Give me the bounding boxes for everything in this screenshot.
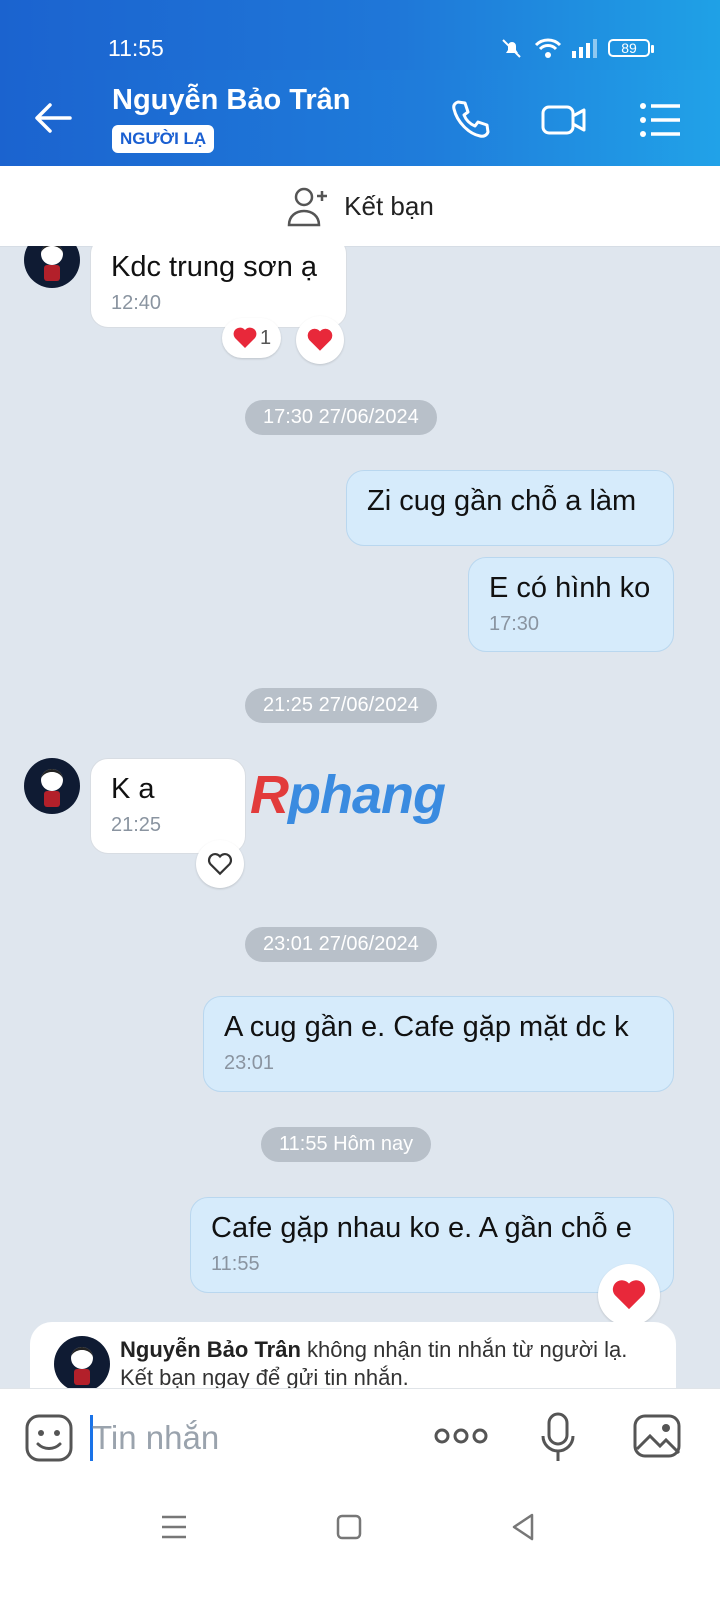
message-text: Zi cug gần chỗ a làm bbox=[367, 485, 637, 517]
message-time: 12:40 bbox=[111, 292, 162, 314]
back-arrow-icon[interactable] bbox=[30, 96, 74, 140]
status-time: 11:55 bbox=[108, 35, 164, 61]
system-nav-bar bbox=[0, 1488, 720, 1600]
status-bar: 11:55 89 bbox=[0, 0, 720, 70]
message-time: 21:25 bbox=[111, 814, 162, 836]
react-button[interactable] bbox=[196, 840, 244, 888]
message-input[interactable]: Tin nhắn bbox=[92, 1419, 219, 1457]
notice-name: Nguyễn Bảo Trân bbox=[120, 1337, 301, 1362]
heart-icon bbox=[233, 327, 257, 348]
heart-outline-icon bbox=[207, 853, 233, 876]
date-separator: 11:55 Hôm nay bbox=[261, 1127, 432, 1162]
video-call-icon[interactable] bbox=[540, 96, 588, 144]
more-options-icon[interactable] bbox=[434, 1425, 488, 1447]
watermark-logo: Rphang bbox=[250, 765, 446, 825]
menu-list-icon[interactable] bbox=[636, 96, 684, 144]
add-friend-label: Kết bạn bbox=[344, 190, 434, 221]
status-icons: 89 bbox=[500, 36, 654, 60]
wifi-icon bbox=[534, 38, 562, 58]
message-bubble[interactable]: A cug gần e. Cafe gặp mặt dc k 23:01 bbox=[203, 996, 674, 1092]
message-text: K a bbox=[111, 773, 155, 805]
message-bubble[interactable]: E có hình ko 17:30 bbox=[468, 557, 674, 652]
date-separator: 23:01 27/06/2024 bbox=[245, 927, 437, 962]
microphone-icon[interactable] bbox=[540, 1411, 576, 1465]
message-text: E có hình ko bbox=[489, 572, 651, 604]
react-button[interactable] bbox=[296, 316, 344, 364]
chat-header: Nguyễn Bảo Trân NGƯỜI LẠ bbox=[0, 70, 720, 166]
phone-call-icon[interactable] bbox=[446, 96, 494, 144]
heart-icon bbox=[307, 328, 333, 351]
stranger-badge: NGƯỜI LẠ bbox=[112, 125, 215, 153]
contact-name[interactable]: Nguyễn Bảo Trân bbox=[112, 84, 351, 117]
notice-text: Nguyễn Bảo Trân không nhận tin nhắn từ n… bbox=[120, 1336, 660, 1392]
home-nav-icon[interactable] bbox=[336, 1514, 362, 1540]
message-bubble[interactable]: Zi cug gần chỗ a làm bbox=[346, 470, 674, 546]
message-time: 23:01 bbox=[224, 1052, 275, 1074]
menu-nav-icon[interactable] bbox=[160, 1514, 188, 1540]
message-text: Kdc trung sơn ạ bbox=[111, 251, 318, 283]
avatar bbox=[54, 1336, 110, 1392]
heart-icon bbox=[612, 1280, 646, 1310]
message-text: Cafe gặp nhau ko e. A gần chỗ e bbox=[211, 1212, 632, 1244]
mute-bell-icon bbox=[502, 39, 521, 58]
avatar[interactable] bbox=[24, 246, 80, 288]
message-bubble[interactable]: Kdc trung sơn ạ 12:40 bbox=[90, 246, 347, 328]
notice-line2: Kết bạn ngay để gửi tin nhắn. bbox=[120, 1365, 409, 1390]
signal-icon bbox=[572, 39, 597, 58]
image-gallery-icon[interactable] bbox=[632, 1413, 682, 1459]
add-friend-icon bbox=[287, 187, 328, 227]
avatar[interactable] bbox=[24, 758, 80, 814]
chat-area[interactable]: Kdc trung sơn ạ 12:40 1 17:30 27/06/2024… bbox=[0, 246, 720, 1416]
stranger-notice: Nguyễn Bảo Trân không nhận tin nhắn từ n… bbox=[30, 1322, 676, 1392]
reaction-summary[interactable]: 1 bbox=[222, 318, 282, 358]
notice-line1: không nhận tin nhắn từ người lạ. bbox=[300, 1337, 628, 1362]
message-time: 17:30 bbox=[489, 613, 540, 635]
date-separator: 17:30 27/06/2024 bbox=[245, 400, 437, 435]
react-button[interactable] bbox=[598, 1264, 660, 1326]
message-input-bar: Tin nhắn bbox=[0, 1388, 720, 1489]
add-friend-button[interactable]: Kết bạn bbox=[0, 166, 720, 247]
battery-indicator: 89 bbox=[608, 39, 654, 57]
sticker-emoji-icon[interactable] bbox=[24, 1413, 74, 1463]
message-text: A cug gần e. Cafe gặp mặt dc k bbox=[224, 1011, 629, 1043]
back-nav-icon[interactable] bbox=[510, 1512, 536, 1542]
date-separator: 21:25 27/06/2024 bbox=[245, 688, 437, 723]
message-time: 11:55 bbox=[211, 1253, 260, 1275]
reaction-count: 1 bbox=[260, 326, 272, 349]
